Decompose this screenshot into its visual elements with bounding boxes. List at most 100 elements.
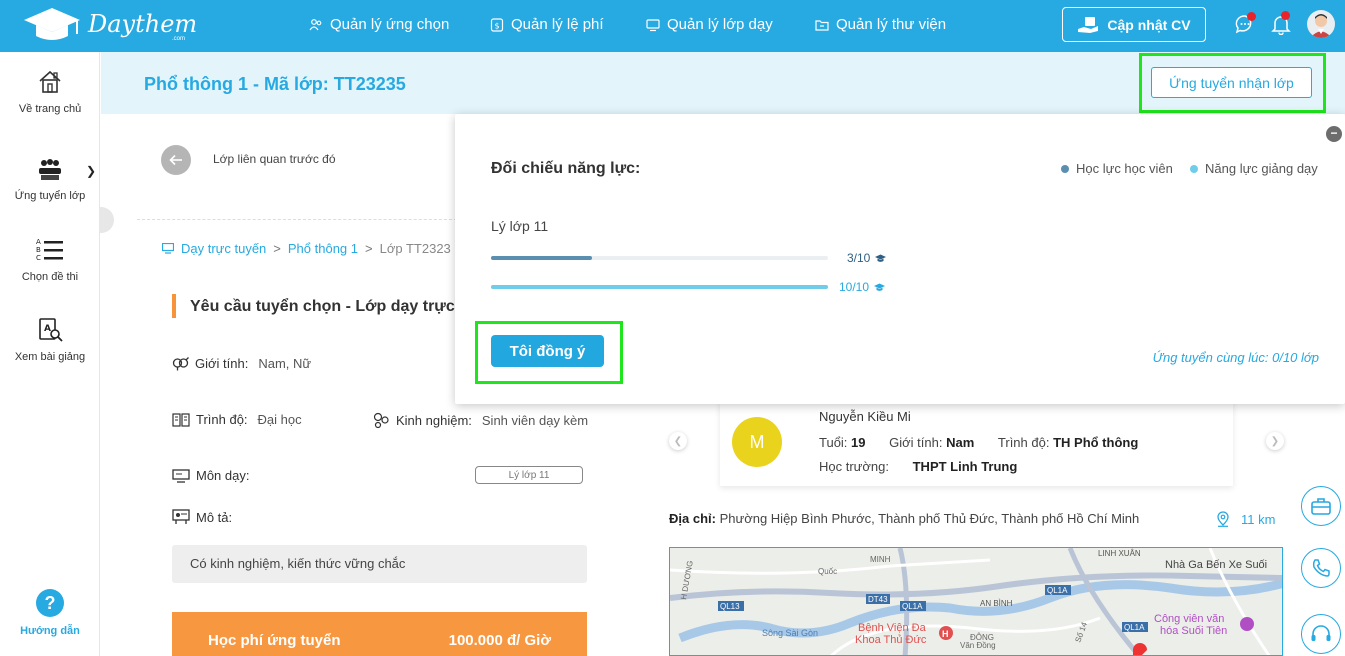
users-icon [309, 18, 322, 30]
student-avatar: M [732, 417, 782, 467]
student-level-value: TH Phổ thông [1053, 435, 1139, 450]
student-gender-label: Giới tính: [889, 435, 943, 450]
student-gender-value: Nam [946, 435, 975, 450]
map-label: Công viên văn [1154, 613, 1224, 625]
update-cv-button[interactable]: Cập nhật CV [1062, 7, 1206, 42]
back-button[interactable] [161, 145, 191, 175]
popup-close-button[interactable]: − [1326, 126, 1342, 142]
breadcrumb-general-1[interactable]: Phổ thông 1 [288, 241, 358, 256]
brand-logo[interactable]: Daythem .com [22, 6, 202, 46]
teacher-score-bar [491, 285, 828, 289]
student-name: Nguyễn Kiều Mi [819, 409, 911, 424]
address-row: Địa chỉ: Phường Hiệp Bình Phước, Thành p… [669, 511, 1139, 526]
school-label: Học trường: [819, 459, 889, 474]
book-icon [172, 412, 190, 427]
hospital-symbol: H [942, 629, 949, 639]
fee-label: Học phí ứng tuyển [208, 632, 341, 649]
breadcrumb-current: Lớp TT2323 [379, 241, 451, 256]
carousel-prev-button[interactable]: ❮ [669, 432, 687, 450]
student-card[interactable]: M Nguyễn Kiều Mi Tuổi: 19 Giới tính: Nam… [720, 400, 1233, 486]
update-cv-label: Cập nhật CV [1107, 16, 1191, 33]
student-school-row: Học trường: THPT Linh Trung [819, 459, 1017, 474]
user-avatar[interactable] [1307, 10, 1335, 38]
student-score-text: 3/10 [847, 251, 871, 265]
nav-item-candidates[interactable]: Quản lý ứng chọn [309, 16, 449, 33]
park-marker-icon[interactable] [1240, 617, 1254, 631]
map-label: Quốc [818, 567, 837, 576]
popup-title: Đối chiếu năng lực: [491, 160, 641, 177]
call-button[interactable] [1301, 548, 1341, 588]
sidebar-item-view-lecture[interactable]: A Xem bài giảng [0, 317, 100, 363]
location-map[interactable]: Nhà Ga Bến Xe Suối LINH XUÂN Công viên v… [669, 547, 1283, 656]
map-canvas[interactable]: Nhà Ga Bến Xe Suối LINH XUÂN Công viên v… [670, 548, 1283, 656]
fee-banner: Học phí ứng tuyển 100.000 đ/ Giờ [172, 612, 587, 656]
folder-icon [815, 19, 829, 31]
arrow-left-icon [169, 154, 182, 166]
carousel-next-button[interactable]: ❯ [1266, 432, 1284, 450]
map-label: DT43 [868, 595, 888, 604]
breadcrumb-online-teaching[interactable]: Dạy trực tuyến [181, 241, 266, 256]
description-field: Mô tả: [172, 509, 232, 525]
top-nav-bar: Daythem .com Quản lý ứng chọn $ Quản lý … [0, 0, 1345, 52]
legend-dot [1061, 164, 1069, 173]
experience-icon [373, 412, 389, 429]
nav-label: Quản lý lớp dạy [667, 16, 773, 33]
requirements-title: Yêu cầu tuyển chọn - Lớp dạy trực [190, 298, 455, 315]
chevron-right-icon[interactable]: ❯ [86, 164, 96, 178]
svg-text:B: B [36, 246, 41, 254]
map-label: hóa Suối Tiên [1160, 625, 1227, 637]
sidebar-item-apply-class[interactable]: Ứng tuyển lớp [0, 158, 100, 202]
classroom-icon [39, 159, 61, 180]
svg-text:A: A [36, 238, 41, 246]
sidebar-item-choose-exam[interactable]: ABC Chọn đề thi [0, 237, 100, 283]
nav-label: Quản lý thư viện [836, 16, 947, 33]
chevron-right-icon: ❯ [1270, 435, 1280, 447]
nav-item-library[interactable]: Quản lý thư viện [815, 16, 946, 33]
breadcrumb-separator: > [273, 241, 281, 256]
location-pin-icon [1217, 511, 1229, 527]
sidebar-item-label: Xem bài giảng [14, 351, 86, 363]
map-label: Nhà Ga Bến Xe Suối [1165, 559, 1267, 571]
age-value: 19 [851, 435, 866, 450]
student-level-label: Trình độ: [997, 435, 1050, 450]
divider [137, 219, 467, 220]
legend-item-teacher: Năng lực giảng dạy [1190, 161, 1318, 176]
hand-cv-icon [1078, 16, 1099, 33]
sidebar-item-label: Về trang chủ [18, 103, 82, 115]
user-avatar-icon [1310, 14, 1332, 38]
map-label: QL13 [720, 602, 740, 611]
map-label: AN BÌNH [980, 599, 1013, 608]
nav-item-classes[interactable]: Quản lý lớp dạy [646, 16, 773, 33]
support-button[interactable] [1301, 614, 1341, 654]
help-icon: ? [36, 589, 64, 617]
experience-label: Kinh nghiệm: [396, 413, 472, 428]
distance-value: 11 km [1241, 511, 1276, 527]
highlight-apply-button [1139, 53, 1326, 113]
graduation-cap-icon [24, 8, 80, 40]
graduation-cap-icon [874, 283, 886, 291]
chat-button[interactable] [1234, 12, 1258, 37]
map-label: QL1A [1124, 623, 1145, 632]
sidebar-item-help[interactable]: ? Hướng dẫn [0, 589, 100, 637]
previous-class-label[interactable]: Lớp liên quan trước đó [213, 152, 336, 166]
briefcase-button[interactable] [1301, 486, 1341, 526]
sidebar-item-home[interactable]: Về trang chủ [0, 69, 100, 115]
gender-label: Giới tính: [195, 356, 249, 371]
notification-dot [1281, 11, 1290, 20]
legend-dot [1190, 164, 1198, 173]
help-label: Hướng dẫn [20, 625, 80, 637]
address-value: Phường Hiệp Bình Phước, Thành phố Thủ Đứ… [719, 511, 1140, 526]
map-label: QL1A [1047, 586, 1068, 595]
monitor-icon [646, 18, 660, 31]
notification-button[interactable] [1270, 11, 1294, 37]
sidebar-collapse-tab[interactable] [100, 207, 114, 233]
nav-item-fees[interactable]: $ Quản lý lệ phí [490, 16, 604, 33]
nav-label: Quản lý lệ phí [511, 16, 604, 33]
map-label: Khoa Thủ Đức [855, 634, 927, 646]
level-field: Trình độ: Đại học [172, 412, 302, 427]
map-label: Văn Đồng [960, 641, 996, 650]
gender-value: Nam, Nữ [258, 356, 312, 371]
student-score: 3/10 [847, 251, 887, 265]
left-sidebar: Về trang chủ Ứng tuyển lớp ❯ ABC Chọn đề… [0, 52, 100, 656]
section-accent-bar [172, 294, 176, 318]
